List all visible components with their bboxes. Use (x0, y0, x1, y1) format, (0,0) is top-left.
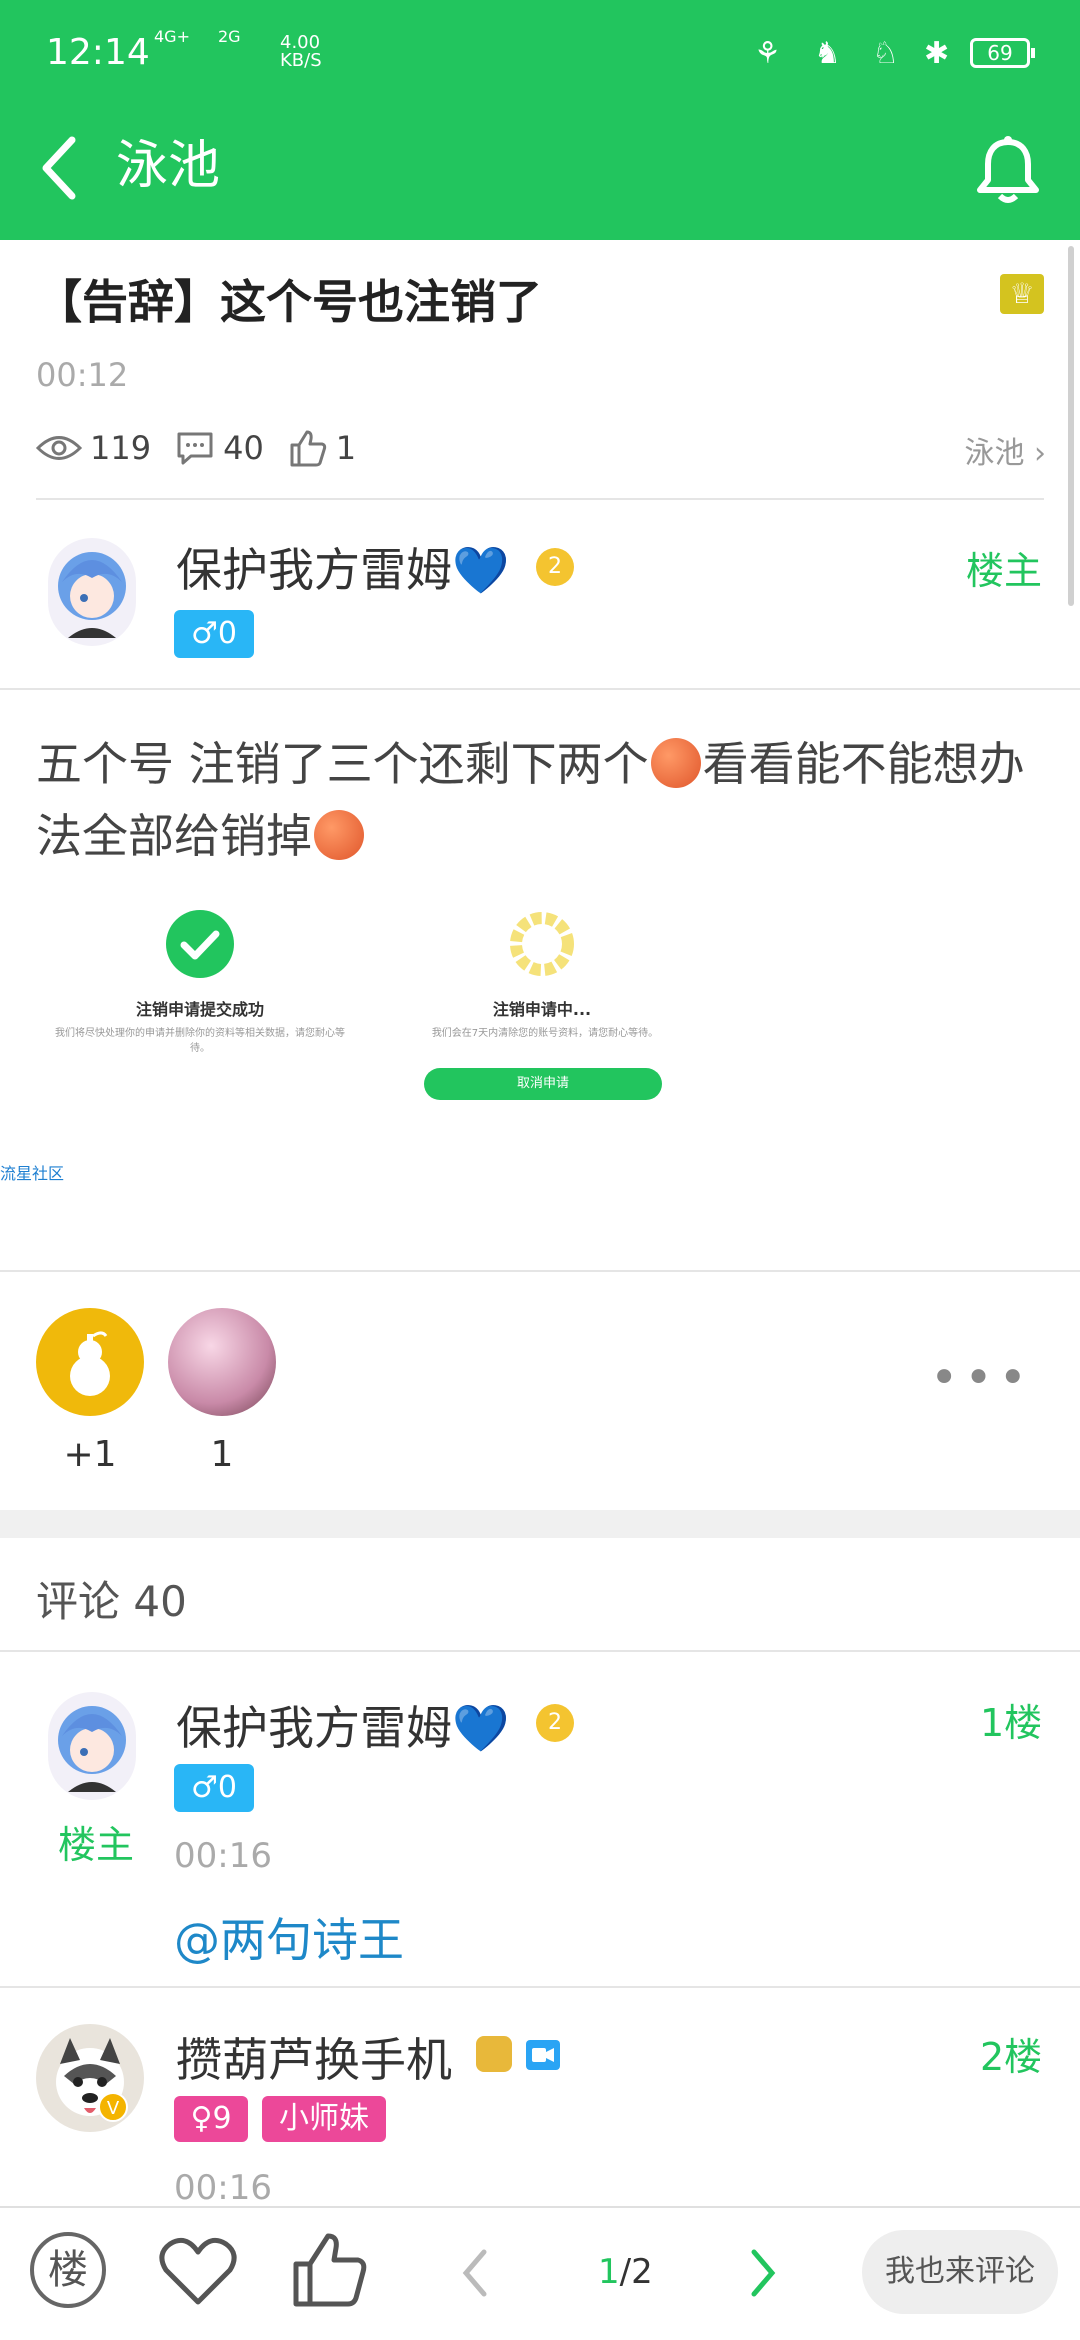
divider (0, 1986, 1080, 1988)
gender-badge: ♂0 (174, 610, 254, 658)
level-badge-icon: 2 (536, 1704, 574, 1742)
notification-icon-2: ♞ (814, 36, 841, 71)
battery-indicator: 69 (970, 38, 1035, 68)
chevron-right-icon: › (1034, 436, 1046, 471)
bottom-bar: 楼 1/2 我也来评论 (0, 2206, 1080, 2340)
reactor-count: 1 (210, 1434, 234, 1475)
avatar[interactable] (48, 1692, 136, 1800)
crown-badge-icon: ♕ (1000, 274, 1044, 314)
avatar[interactable] (48, 538, 136, 646)
image-left-title: 注销申请提交成功 (135, 1000, 264, 1019)
chevron-left-icon (42, 136, 76, 200)
divider (0, 688, 1080, 690)
gender-badge: ♀9 (174, 2096, 248, 2142)
write-comment-button[interactable]: 我也来评论 (862, 2230, 1058, 2314)
eye-icon (36, 436, 82, 460)
comment-time: 00:16 (174, 1836, 272, 1876)
image-right-desc: 我们会在7天内清除您的账号资料，请您耐心等待。 (431, 1028, 659, 1039)
reactor-avatar[interactable] (168, 1308, 276, 1416)
favorite-button[interactable] (158, 2236, 238, 2312)
page-title: 泳池 (116, 136, 221, 196)
comment-icon (177, 432, 213, 465)
status-time: 12:14 (46, 32, 150, 73)
network-2g: 2G (218, 27, 241, 46)
chevron-left-icon (462, 2249, 487, 2297)
status-bar: 12:14 4G+ 2G 4.00 KB/S ⚘ ♞ ♘ ✱ 69 (0, 0, 1080, 100)
mention-link[interactable]: @两句诗王 (174, 1904, 404, 1970)
image-left-desc: 我们将尽快处理你的申请并删除你的资料等相关数据，请您耐心等待。 (55, 1028, 345, 1054)
thumbs-up-icon (293, 2233, 367, 2307)
more-icon[interactable]: ••• (930, 1350, 1033, 1406)
forum-link[interactable]: 泳池 › (964, 428, 1046, 472)
avatar[interactable] (36, 2024, 144, 2132)
divider (0, 1270, 1080, 1272)
notification-icon-3: ♘ (872, 36, 899, 71)
comments-stat: 40 (175, 429, 264, 467)
video-badge-icon (526, 2040, 560, 2070)
bluetooth-icon: ✱ (924, 36, 950, 71)
image-cancel-button: 取消申请 (424, 1068, 662, 1100)
prev-page-button[interactable] (460, 2248, 490, 2302)
author-name[interactable]: 保护我方雷姆💙 (176, 534, 509, 600)
level-badge: 小师妹 (262, 2096, 386, 2142)
floor-jump-button[interactable]: 楼 (30, 2232, 106, 2308)
page-indicator: 1/2 (598, 2252, 653, 2292)
verified-icon: V (98, 2092, 128, 2122)
net-speed: 4.00 KB/S (280, 32, 322, 71)
gourd-reaction[interactable] (36, 1308, 144, 1416)
medal-badge-icon (476, 2036, 512, 2072)
network-4g: 4G+ (154, 27, 190, 46)
gourd-icon (70, 1331, 110, 1396)
loading-spinner-icon (510, 912, 574, 976)
like-button[interactable] (290, 2230, 370, 2314)
scrollbar[interactable] (1068, 246, 1074, 606)
op-label: 楼主 (966, 549, 1043, 593)
floor-number: 2楼 (980, 2035, 1043, 2079)
chevron-right-icon (751, 2249, 776, 2297)
post-image[interactable]: 注销申请提交成功 我们将尽快处理你的申请并删除你的资料等相关数据，请您耐心等待。… (0, 896, 1080, 1196)
floor-number: 1楼 (980, 1701, 1043, 1745)
level-badge-icon: 2 (536, 548, 574, 586)
likes-stat[interactable]: 1 (288, 429, 356, 467)
post-stats: 119 40 1 (36, 426, 380, 470)
thumbs-up-icon (290, 430, 326, 467)
watermark: 流星社区 (0, 1164, 65, 1183)
post-title: 【告辞】这个号也注销了 (36, 275, 542, 329)
section-gap (0, 1510, 1080, 1538)
post-time: 00:12 (36, 356, 129, 394)
comments-header: 评论 40 (36, 1577, 187, 1626)
image-right-title: 注销申请中... (492, 1000, 592, 1019)
check-circle-icon (166, 910, 234, 978)
bell-icon[interactable] (972, 134, 1044, 206)
gender-badge: ♂0 (174, 1764, 254, 1812)
next-page-button[interactable] (748, 2248, 778, 2302)
comment-author[interactable]: 攒葫芦换手机 (176, 2024, 452, 2090)
top-bar: 12:14 4G+ 2G 4.00 KB/S ⚘ ♞ ♘ ✱ 69 泳池 (0, 0, 1080, 240)
emoji-icon (650, 738, 701, 788)
notification-icon: ⚘ (754, 36, 781, 71)
heart-icon (159, 2237, 237, 2305)
divider (36, 498, 1044, 500)
comment-author[interactable]: 保护我方雷姆💙 (176, 1692, 509, 1758)
comment-time: 00:16 (174, 2168, 272, 2208)
op-label: 楼主 (58, 1823, 135, 1867)
nav-bar: 泳池 (0, 100, 1080, 240)
divider (0, 1650, 1080, 1652)
gourd-count: +1 (63, 1434, 117, 1475)
views-stat: 119 (36, 429, 151, 467)
post-content: 五个号 注销了三个还剩下两个 看看能不能想办法全部给销掉 (36, 737, 1025, 863)
back-button[interactable] (40, 136, 80, 210)
emoji-icon (314, 810, 364, 860)
